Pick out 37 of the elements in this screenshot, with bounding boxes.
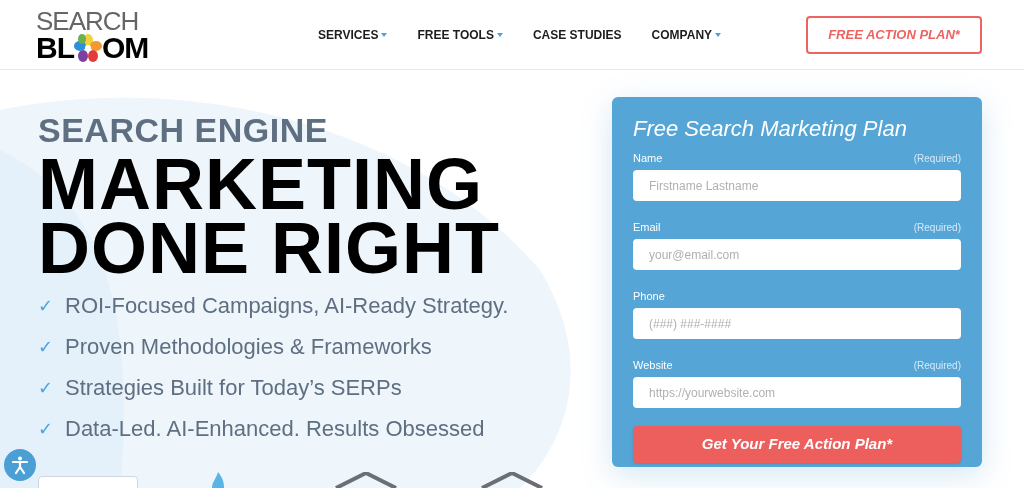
caret-icon bbox=[496, 32, 503, 37]
check-mark: ✓ bbox=[38, 295, 53, 318]
bullet-text: Strategies Built for Today’s SERPs bbox=[65, 374, 402, 402]
check-mark: ✓ bbox=[38, 336, 53, 359]
nav-link[interactable]: COMPANY bbox=[651, 25, 722, 44]
caret-icon bbox=[715, 32, 722, 37]
logo-text: OM bbox=[102, 33, 149, 62]
badge-icon bbox=[480, 472, 544, 488]
field-label: Email bbox=[633, 219, 661, 235]
field-label: Phone bbox=[633, 288, 665, 304]
logo-text: SEARCH bbox=[36, 7, 139, 34]
bullet-text: Proven Methodologies & Frameworks bbox=[65, 333, 432, 361]
input-field[interactable]: your@email.com bbox=[633, 239, 961, 270]
hero-headline: DONE RIGHT bbox=[38, 216, 501, 280]
required-note: (Required) bbox=[913, 221, 961, 235]
required-note: (Required) bbox=[913, 152, 961, 166]
bullet-text: ROI-Focused Campaigns, AI-Ready Strategy. bbox=[65, 292, 509, 320]
hero-headline: MARKETING bbox=[38, 152, 483, 216]
hero-eyebrow: SEARCH ENGINE bbox=[38, 110, 329, 150]
accessibility-icon bbox=[10, 455, 30, 475]
nav-link[interactable]: FREE TOOLS bbox=[417, 25, 503, 44]
caret-icon bbox=[381, 32, 388, 37]
field-label: Website bbox=[633, 357, 673, 373]
field-label: Name bbox=[633, 150, 663, 166]
flower-logo-icon bbox=[74, 33, 102, 62]
check-mark: ✓ bbox=[38, 377, 53, 400]
bullet-text: Data-Led. AI-Enhanced. Results Obsessed bbox=[65, 415, 485, 443]
check-mark: ✓ bbox=[38, 418, 53, 441]
required-note: (Required) bbox=[913, 359, 961, 373]
input-field[interactable]: Firstname Lastname bbox=[633, 170, 961, 201]
nav-link[interactable]: CASE STUDIES bbox=[532, 25, 622, 44]
input-field[interactable]: (###) ###-#### bbox=[633, 308, 961, 339]
input-field[interactable]: https://yourwebsite.com bbox=[633, 377, 961, 408]
logo-text: BL bbox=[36, 33, 74, 62]
badge-icon bbox=[334, 472, 398, 488]
nav-link[interactable]: SERVICES bbox=[318, 25, 388, 44]
form-title: Free Search Marketing Plan bbox=[633, 117, 908, 141]
